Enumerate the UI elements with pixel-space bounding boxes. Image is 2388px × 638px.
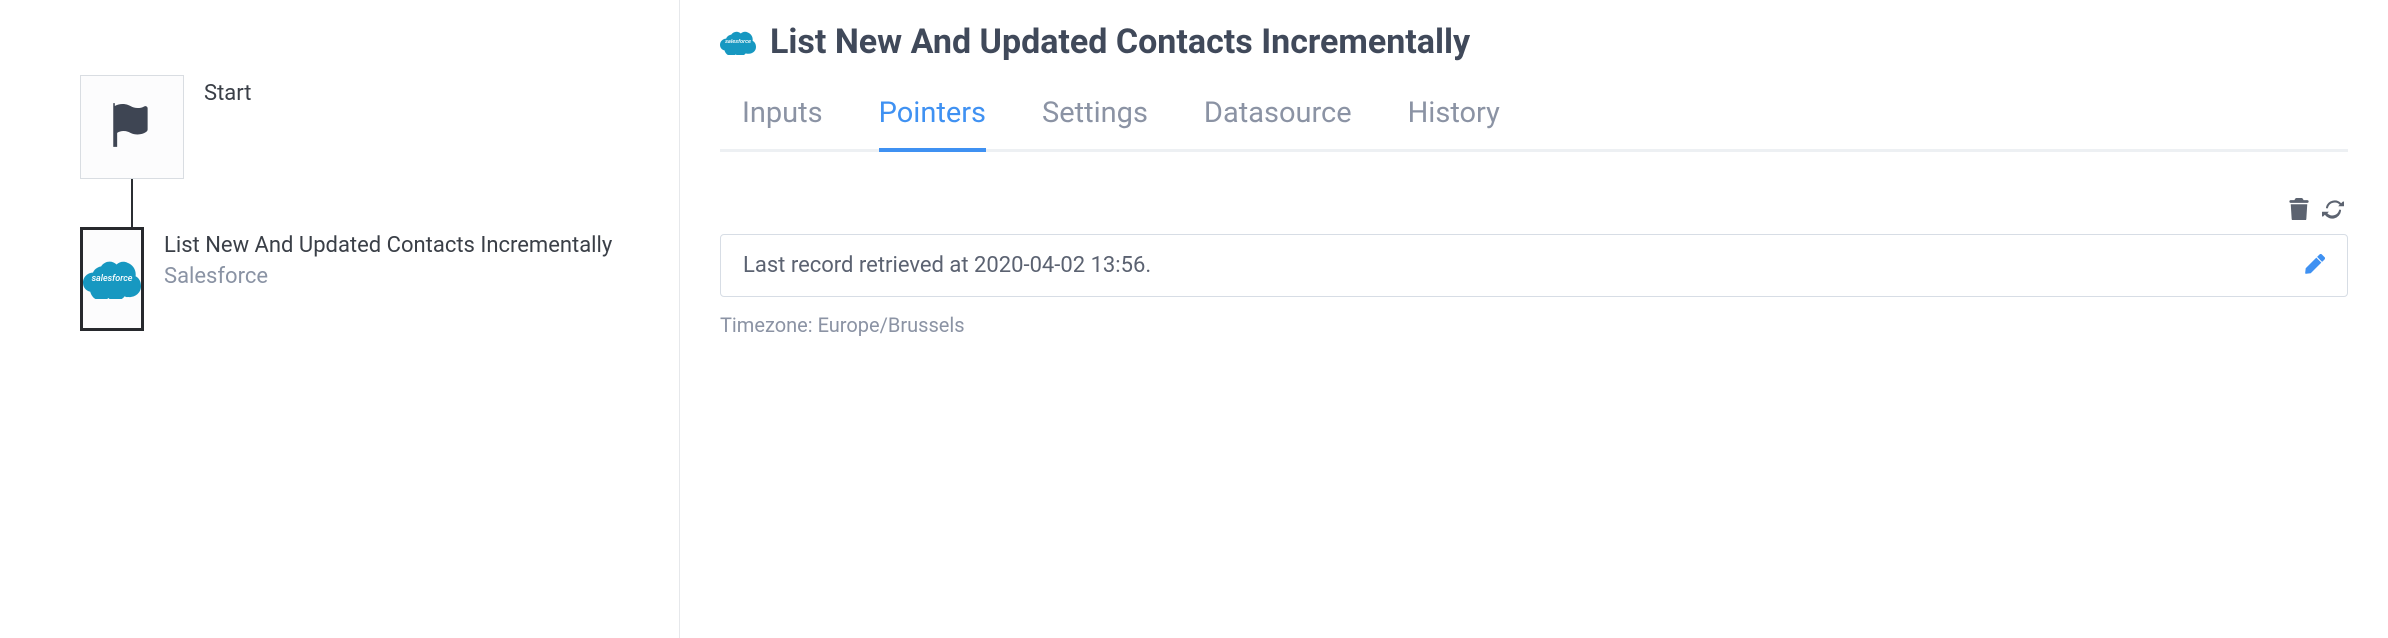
salesforce-cloud-icon: salesforce — [720, 30, 756, 55]
flow-node-start-label: Start — [204, 81, 251, 106]
flow-node-salesforce[interactable]: salesforce List New And Updated Contacts… — [80, 227, 599, 331]
tab-bar: Inputs Pointers Settings Datasource Hist… — [720, 96, 2348, 152]
flow-node-salesforce-title: List New And Updated Contacts Incrementa… — [164, 233, 612, 258]
panel-title: List New And Updated Contacts Incrementa… — [770, 22, 1470, 62]
pencil-icon[interactable] — [2305, 254, 2325, 278]
flow-canvas: Start salesforce List New And Updated Co… — [0, 0, 680, 638]
salesforce-cloud-icon: salesforce — [83, 259, 141, 299]
salesforce-cloud-text: salesforce — [83, 259, 141, 299]
actions-row — [720, 198, 2348, 224]
flow-node-start[interactable]: Start — [80, 75, 599, 179]
flow-connector — [131, 179, 133, 227]
pointer-record: Last record retrieved at 2020-04-02 13:5… — [720, 234, 2348, 297]
refresh-icon[interactable] — [2322, 198, 2344, 224]
flow-node-salesforce-subtitle: Salesforce — [164, 264, 612, 289]
flag-icon — [107, 100, 157, 154]
flow-node-salesforce-box[interactable]: salesforce — [80, 227, 144, 331]
timezone-text: Timezone: Europe/Brussels — [720, 313, 2348, 337]
salesforce-cloud-text: salesforce — [720, 30, 756, 55]
details-panel: salesforce List New And Updated Contacts… — [680, 0, 2388, 638]
flow-node-start-box[interactable] — [80, 75, 184, 179]
pointer-record-text: Last record retrieved at 2020-04-02 13:5… — [743, 253, 1151, 278]
tab-datasource[interactable]: Datasource — [1204, 96, 1352, 152]
tab-settings[interactable]: Settings — [1042, 96, 1148, 152]
trash-icon[interactable] — [2288, 198, 2310, 224]
panel-header: salesforce List New And Updated Contacts… — [720, 22, 2348, 62]
tab-inputs[interactable]: Inputs — [742, 96, 823, 152]
tab-history[interactable]: History — [1408, 96, 1500, 152]
tab-pointers[interactable]: Pointers — [879, 96, 986, 152]
